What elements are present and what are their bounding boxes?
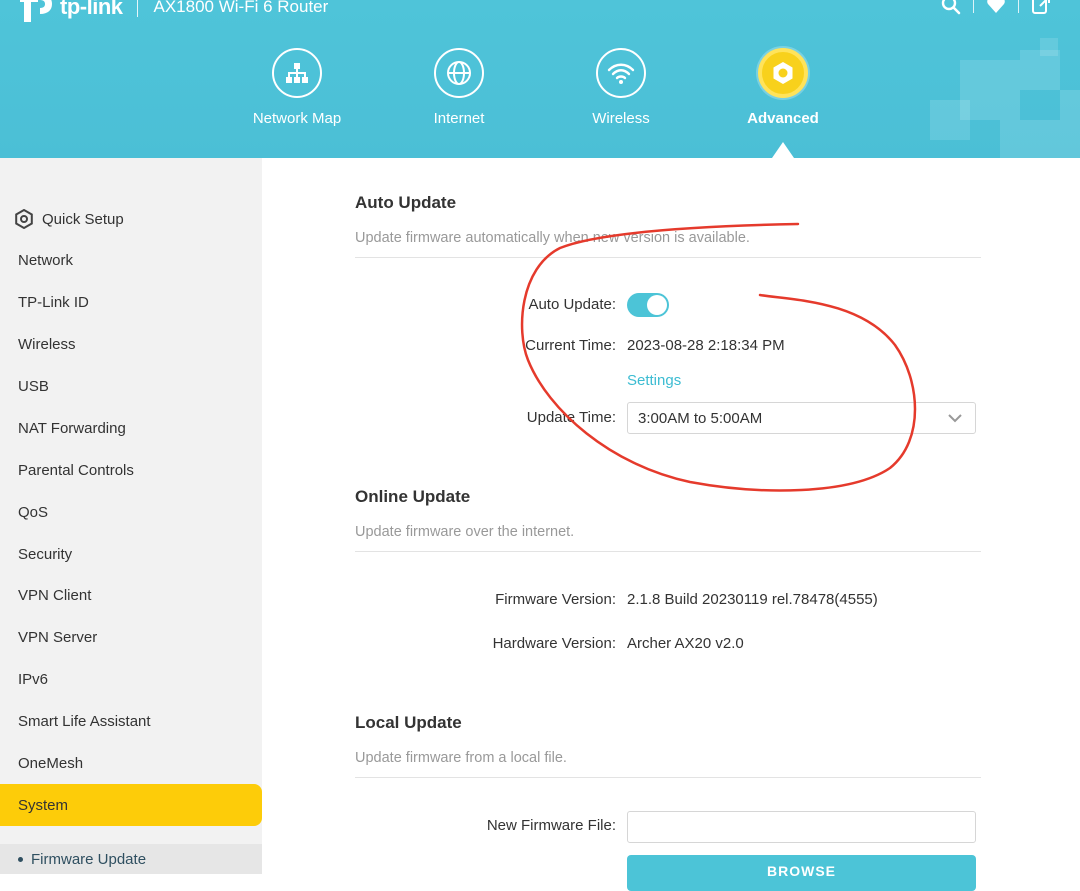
update-time-label: Update Time: — [526, 409, 616, 426]
brand-name: tp-link — [60, 0, 123, 19]
sidebar-item-label: Quick Setup — [42, 210, 124, 228]
sidebar-item-usb[interactable]: USB — [0, 365, 262, 407]
nav-wireless[interactable]: Wireless — [551, 48, 691, 127]
nav-label: Advanced — [747, 110, 819, 127]
tp-link-logo-icon — [18, 0, 54, 22]
sidebar-item-tp-link-id[interactable]: TP-Link ID — [0, 281, 262, 323]
sidebar-item-vpn-client[interactable]: VPN Client — [0, 574, 262, 616]
toggle-knob — [647, 295, 667, 315]
settings-link[interactable]: Settings — [627, 372, 681, 389]
sidebar-item-label: USB — [18, 377, 49, 395]
auto-update-description: Update firmware automatically when new v… — [355, 230, 750, 246]
header-actions — [940, 0, 1052, 16]
sidebar-item-onemesh[interactable]: OneMesh — [0, 742, 262, 784]
sidebar-subitem-label: Firmware Update — [31, 850, 147, 868]
globe-icon — [434, 48, 484, 98]
browse-button[interactable]: BROWSE — [627, 855, 976, 891]
sidebar-item-wireless[interactable]: Wireless — [0, 323, 262, 365]
sidebar-item-label: IPv6 — [18, 670, 49, 688]
sidebar-item-label: Security — [18, 545, 73, 563]
nav-label: Internet — [433, 110, 485, 127]
hardware-version-value: Archer AX20 v2.0 — [627, 635, 744, 652]
sidebar-item-nat-forwarding[interactable]: NAT Forwarding — [0, 407, 262, 449]
sidebar-item-system[interactable]: System — [0, 784, 262, 826]
sidebar-item-quick-setup[interactable]: Quick Setup — [0, 198, 262, 240]
sidebar-item-qos[interactable]: QoS — [0, 491, 262, 533]
header-divider — [1018, 0, 1019, 13]
nav-label: Wireless — [592, 110, 650, 127]
auto-update-title: Auto Update — [355, 193, 457, 212]
local-update-description: Update firmware from a local file. — [355, 750, 567, 766]
update-time-select[interactable]: 3:00AM to 5:00AM — [627, 402, 976, 434]
firmware-version-value: 2.1.8 Build 20230119 rel.78478(4555) — [627, 591, 878, 608]
nav-advanced[interactable]: Advanced — [713, 48, 853, 127]
header-divider — [973, 0, 974, 13]
sidebar-item-label: Network — [18, 251, 74, 269]
brand-logo: tp-link AX1800 Wi-Fi 6 Router — [18, 0, 329, 22]
main-content: Auto Update Update firmware automaticall… — [262, 158, 1080, 891]
hardware-version-label: Hardware Version: — [492, 635, 616, 652]
section-divider — [355, 257, 981, 258]
sidebar-item-security[interactable]: Security — [0, 533, 262, 575]
chevron-down-icon — [947, 411, 963, 429]
gear-icon — [758, 48, 808, 98]
sidebar-item-label: Wireless — [18, 335, 76, 353]
sidebar-item-ipv6[interactable]: IPv6 — [0, 658, 262, 700]
sidebar-item-label: VPN Server — [18, 628, 98, 646]
gear-icon — [14, 209, 34, 229]
current-time-value: 2023-08-28 2:18:34 PM — [627, 337, 785, 354]
current-time-label: Current Time: — [525, 337, 616, 354]
bullet-icon — [18, 856, 23, 862]
local-update-title: Local Update — [355, 713, 462, 732]
firmware-version-label: Firmware Version: — [495, 591, 616, 608]
sidebar-item-label: VPN Client — [18, 586, 92, 604]
active-nav-indicator — [772, 142, 794, 158]
sidebar-item-label: TP-Link ID — [18, 293, 89, 311]
sidebar-item-label: Parental Controls — [18, 461, 134, 479]
sidebar-item-label: QoS — [18, 503, 49, 521]
sidebar-item-label: NAT Forwarding — [18, 419, 126, 437]
nav-internet[interactable]: Internet — [389, 48, 529, 127]
online-update-description: Update firmware over the internet. — [355, 524, 575, 540]
auto-update-label: Auto Update: — [528, 296, 616, 313]
online-update-title: Online Update — [355, 487, 471, 506]
search-icon[interactable] — [940, 0, 962, 16]
firmware-file-input[interactable] — [627, 811, 976, 843]
nav-label: Network Map — [252, 110, 342, 127]
section-divider — [355, 551, 981, 552]
network-map-icon — [272, 48, 322, 98]
logout-icon[interactable] — [1030, 0, 1052, 16]
brand-divider — [136, 0, 138, 17]
sidebar-item-label: Smart Life Assistant — [18, 712, 151, 730]
sidebar-item-label: OneMesh — [18, 754, 84, 772]
sidebar-item-network[interactable]: Network — [0, 239, 262, 281]
sidebar: Quick Setup Network TP-Link ID Wireless … — [0, 158, 262, 874]
router-model: AX1800 Wi-Fi 6 Router — [153, 0, 329, 16]
sidebar-subitem-firmware-update[interactable]: Firmware Update — [0, 844, 262, 874]
wifi-icon — [596, 48, 646, 98]
section-divider — [355, 777, 981, 778]
auto-update-toggle[interactable] — [627, 293, 669, 317]
sidebar-item-parental-controls[interactable]: Parental Controls — [0, 449, 262, 491]
main-nav: Network Map Internet Wireless Advanced — [0, 48, 1080, 158]
top-header: tp-link AX1800 Wi-Fi 6 Router Network Ma… — [0, 0, 1080, 158]
sidebar-item-vpn-server[interactable]: VPN Server — [0, 616, 262, 658]
sidebar-item-label: System — [18, 796, 69, 814]
nav-network-map[interactable]: Network Map — [227, 48, 367, 127]
update-time-value: 3:00AM to 5:00AM — [638, 409, 763, 427]
sidebar-item-smart-life-assistant[interactable]: Smart Life Assistant — [0, 700, 262, 742]
heart-icon[interactable] — [985, 0, 1007, 16]
new-firmware-file-label: New Firmware File: — [486, 817, 616, 834]
